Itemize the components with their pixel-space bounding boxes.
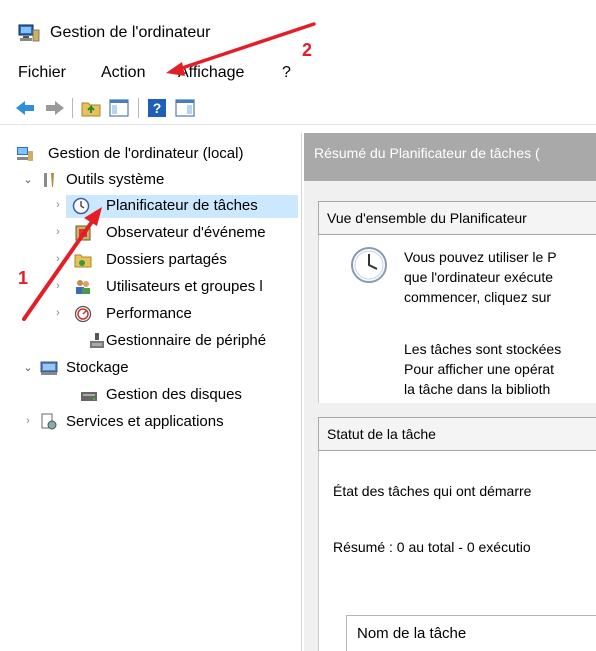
overview-title: Vue d'ensemble du Planificateur [327,210,527,226]
tree-item-dossiers[interactable]: › Dossiers partagés [0,249,300,272]
title-bar: Gestion de l'ordinateur [0,0,596,58]
tree-item-services[interactable]: › Services et applications [0,411,300,434]
annotation-label-1: 1 [18,268,29,288]
chevron-right-icon[interactable]: › [52,253,64,265]
services-icon [41,413,57,430]
tree-label-planificateur: Planificateur de tâches [106,197,258,214]
tree-label-outils: Outils système [66,171,165,188]
tree-item-root[interactable]: Gestion de l'ordinateur (local) [0,143,300,166]
content-pane: Résumé du Planificateur de tâches ( Vue … [304,133,596,651]
task-table-header[interactable]: Nom de la tâche [346,615,596,651]
menu-affichage[interactable]: Affichage [178,64,244,82]
tree-label-observateur: Observateur d'événeme [106,224,266,241]
performance-icon [74,305,92,323]
chevron-right-icon[interactable]: › [52,280,64,292]
tree-item-observateur[interactable]: › Observateur d'événeme [0,222,300,245]
tree-item-outils-systeme[interactable]: ⌄ Outils système [0,169,300,192]
tools-icon [44,173,54,187]
chevron-down-icon[interactable]: ⌄ [22,173,34,186]
tree-label-utilisateurs: Utilisateurs et groupes l [106,278,263,295]
tree-item-gestionnaire[interactable]: Gestionnaire de périphé [0,330,300,353]
menu-fichier[interactable]: Fichier [18,64,66,82]
status-section-header[interactable]: Statut de la tâche [318,417,596,451]
menu-bar: Fichier Action Affichage ? [0,58,596,88]
overview-section-body: Vous pouvez utiliser le P que l'ordinate… [318,235,596,403]
status-title: Statut de la tâche [327,426,436,442]
menu-action[interactable]: Action [101,64,145,82]
tree-item-utilisateurs[interactable]: › Utilisateurs et groupes l [0,276,300,299]
clock-icon [351,247,387,283]
chevron-right-icon[interactable]: › [22,415,34,427]
content-header: Résumé du Planificateur de tâches ( [304,133,596,181]
tree-label-performance: Performance [106,305,192,322]
column-task-name: Nom de la tâche [357,625,467,642]
users-icon [76,280,90,294]
overview-paragraph-1: Vous pouvez utiliser le P que l'ordinate… [404,249,557,305]
overview-paragraph-2: Les tâches sont stockées Pour afficher u… [404,341,562,397]
chevron-right-icon[interactable]: › [52,307,64,319]
back-icon[interactable] [14,97,36,119]
toolbar-separator [72,98,73,118]
tree-item-planificateur[interactable]: › Planificateur de tâches [56,195,298,218]
tree-label-dossiers: Dossiers partagés [106,251,227,268]
tree-item-stockage[interactable]: ⌄ Stockage [0,357,300,380]
navigation-tree: Gestion de l'ordinateur (local) ⌄ Outils… [0,133,302,651]
shared-folder-icon [74,254,92,268]
tree-label-gestionnaire: Gestionnaire de périphé [106,332,267,349]
overview-section-header[interactable]: Vue d'ensemble du Planificateur [318,201,596,235]
tree-label-disques: Gestion des disques [106,386,242,403]
tree-label-services: Services et applications [66,413,224,430]
annotation-label-2: 2 [302,40,313,60]
up-folder-icon[interactable] [80,97,102,119]
chevron-right-icon[interactable]: › [52,226,64,238]
device-manager-icon [90,333,104,348]
content-header-title: Résumé du Planificateur de tâches ( [314,145,540,161]
action-pane-icon[interactable] [174,97,196,119]
status-line: État des tâches qui ont démarre [333,483,532,499]
chevron-right-icon[interactable]: › [52,199,64,211]
menu-help[interactable]: ? [282,64,291,82]
svg-text:?: ? [153,100,162,116]
toolbar-separator [138,98,139,118]
tree-item-performance[interactable]: › Performance [0,303,300,326]
show-hide-tree-icon[interactable] [108,97,130,119]
clock-icon [72,197,90,215]
disk-management-icon [81,392,97,401]
computer-management-icon [18,24,40,42]
computer-management-icon [17,147,33,161]
toolbar: ? [0,93,596,125]
storage-icon [40,361,58,375]
event-viewer-icon [75,225,91,241]
summary-line: Résumé : 0 au total - 0 exécutio [333,539,531,555]
tree-label-stockage: Stockage [66,359,129,376]
chevron-down-icon[interactable]: ⌄ [22,361,34,374]
forward-icon[interactable] [44,97,66,119]
window-title: Gestion de l'ordinateur [50,24,211,41]
help-icon[interactable]: ? [146,97,168,119]
tree-label-root: Gestion de l'ordinateur (local) [48,145,244,162]
tree-item-disques[interactable]: Gestion des disques [0,384,300,407]
